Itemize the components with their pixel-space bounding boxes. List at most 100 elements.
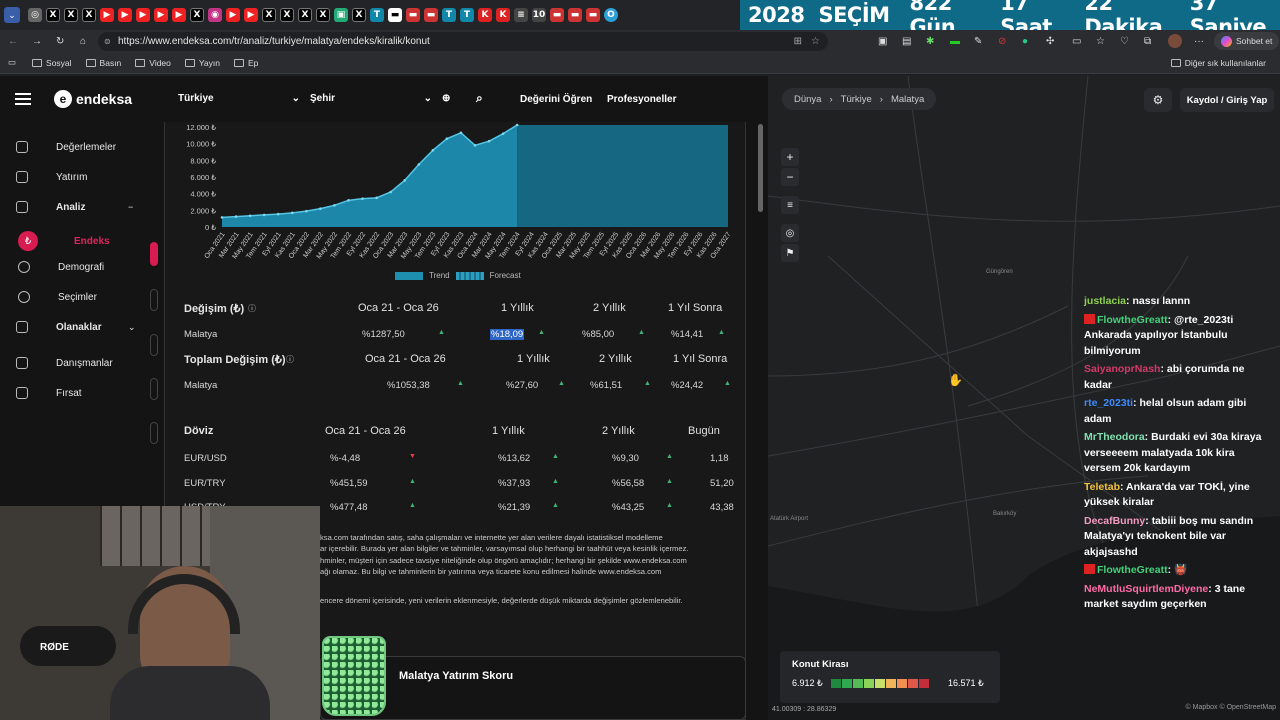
bookmark-folder[interactable]: Yayın bbox=[184, 58, 220, 68]
flag-icon[interactable]: ⚑ bbox=[781, 244, 799, 262]
nav-professionals[interactable]: Profesyoneller bbox=[607, 94, 676, 105]
sidebar-item-değerlemeler[interactable]: Değerlemeler bbox=[16, 141, 116, 153]
youtube-icon[interactable]: ▶ bbox=[100, 8, 114, 22]
page-scrollbar[interactable] bbox=[758, 124, 763, 212]
extension-icon[interactable]: ⊘ bbox=[998, 36, 1006, 47]
sidebar-item-danışmanlar[interactable]: Danışmanlar bbox=[16, 357, 113, 369]
extension-icon[interactable]: ▣ bbox=[878, 36, 887, 47]
login-button[interactable]: Kaydol / Giriş Yap bbox=[1180, 88, 1274, 112]
tab-search-button[interactable]: ⌄ bbox=[4, 7, 20, 23]
info-icon[interactable]: ⓘ bbox=[286, 354, 294, 365]
youtube-icon[interactable]: ▶ bbox=[118, 8, 132, 22]
trend-down-icon: ▼ bbox=[409, 453, 416, 460]
filter-settings-icon[interactable]: ⚙ bbox=[1144, 88, 1172, 112]
youtube-icon[interactable]: ▶ bbox=[172, 8, 186, 22]
translate-icon[interactable]: ⊞ bbox=[794, 36, 802, 47]
news-icon[interactable]: K bbox=[496, 8, 510, 22]
location-target-icon[interactable]: ⊕ bbox=[442, 93, 450, 104]
sidebar-item-demografi[interactable]: Demografi bbox=[18, 261, 104, 273]
instagram-icon[interactable]: ◉ bbox=[208, 8, 222, 22]
tab-favicon-icon[interactable]: ◎ bbox=[28, 8, 42, 22]
split-view-icon[interactable]: ▭ bbox=[1072, 36, 1081, 47]
forward-icon[interactable]: → bbox=[32, 36, 42, 47]
news-icon[interactable]: ▬ bbox=[388, 8, 402, 22]
favorites-icon[interactable]: ☆ bbox=[1096, 36, 1105, 47]
url-field[interactable]: ⊜ https://www.endeksa.com/tr/analiz/turk… bbox=[98, 32, 828, 51]
bookmark-star-icon[interactable]: ☆ bbox=[811, 36, 820, 47]
health-icon[interactable]: ♡ bbox=[1120, 36, 1129, 47]
bookmark-folder[interactable]: Ep bbox=[234, 58, 258, 68]
news-icon[interactable]: ▬ bbox=[406, 8, 420, 22]
news-icon[interactable]: ▬ bbox=[568, 8, 582, 22]
youtube-icon[interactable]: ▶ bbox=[244, 8, 258, 22]
extension-icon[interactable]: ● bbox=[1022, 36, 1028, 47]
news-icon[interactable]: ▣ bbox=[334, 8, 348, 22]
x-icon[interactable]: X bbox=[262, 8, 276, 22]
youtube-icon[interactable]: ▶ bbox=[136, 8, 150, 22]
youtube-icon[interactable]: ▶ bbox=[154, 8, 168, 22]
news-icon[interactable]: ≡ bbox=[514, 8, 528, 22]
news-icon[interactable]: T bbox=[442, 8, 456, 22]
legend-max-value: 16.571 ₺ bbox=[948, 678, 984, 688]
x-icon[interactable]: X bbox=[352, 8, 366, 22]
sidebar-item-olanaklar[interactable]: Olanaklar ⌄ bbox=[16, 321, 136, 333]
breadcrumb-item[interactable]: Dünya bbox=[794, 94, 821, 105]
breadcrumb-item[interactable]: Türkiye bbox=[841, 94, 872, 105]
x-icon[interactable]: X bbox=[82, 8, 96, 22]
extensions-puzzle-icon[interactable]: ✣ bbox=[1046, 36, 1054, 47]
mic-brand-text: RØDE bbox=[40, 642, 69, 653]
collections-icon[interactable]: ⧉ bbox=[1144, 36, 1151, 47]
youtube-icon[interactable]: ▶ bbox=[226, 8, 240, 22]
chat-username: DecafBunny bbox=[1084, 514, 1146, 527]
news-icon[interactable]: 10 bbox=[532, 8, 546, 22]
news-icon[interactable]: T bbox=[370, 8, 384, 22]
extension-icon[interactable]: ✱ bbox=[926, 36, 934, 47]
cell-value: %477,48 bbox=[330, 502, 368, 513]
home-icon[interactable]: ⌂ bbox=[80, 36, 86, 47]
breadcrumb-item[interactable]: Malatya bbox=[891, 94, 924, 105]
layers-icon[interactable]: ≡ bbox=[781, 196, 799, 214]
profile-avatar[interactable] bbox=[1168, 34, 1182, 48]
zoom-out-icon[interactable]: − bbox=[781, 168, 799, 186]
nav-learn-value[interactable]: Değerini Öğren bbox=[520, 94, 592, 105]
bookmark-folder[interactable]: Video bbox=[135, 58, 171, 68]
bookmark-folder[interactable]: Sosyal bbox=[32, 58, 72, 68]
sidebar-item-seçimler[interactable]: Seçimler bbox=[18, 291, 97, 303]
x-icon[interactable]: X bbox=[190, 8, 204, 22]
back-icon[interactable]: ← bbox=[8, 36, 18, 47]
sidebar-item-fırsat[interactable]: Fırsat bbox=[16, 387, 82, 399]
legend-swatch-trend bbox=[395, 271, 423, 280]
x-icon[interactable]: X bbox=[316, 8, 330, 22]
x-icon[interactable]: X bbox=[64, 8, 78, 22]
city-select[interactable]: Şehir ⌄ bbox=[310, 93, 432, 104]
info-icon[interactable]: ⓘ bbox=[248, 303, 256, 314]
sidebar-item-analiz[interactable]: Analiz − bbox=[16, 201, 133, 213]
extension-icon[interactable]: ✎ bbox=[974, 36, 982, 47]
other-bookmarks-folder[interactable]: Diğer sık kullanılanlar bbox=[1170, 58, 1266, 68]
extension-icon[interactable]: ▬ bbox=[950, 36, 960, 47]
zoom-in-icon[interactable]: + bbox=[781, 148, 799, 166]
x-icon[interactable]: X bbox=[298, 8, 312, 22]
extension-icon[interactable]: ▤ bbox=[902, 36, 911, 47]
reload-icon[interactable]: ↻ bbox=[56, 36, 64, 47]
news-icon[interactable]: ▬ bbox=[586, 8, 600, 22]
copilot-chat-button[interactable]: Sohbet et bbox=[1214, 32, 1280, 50]
active-tab-icon[interactable]: O bbox=[604, 8, 618, 22]
camera-icon[interactable]: ◎ bbox=[781, 224, 799, 242]
site-info-icon[interactable]: ⊜ bbox=[104, 37, 111, 46]
endeksa-logo[interactable]: e endeksa bbox=[54, 90, 132, 108]
news-icon[interactable]: K bbox=[478, 8, 492, 22]
x-icon[interactable]: X bbox=[46, 8, 60, 22]
reading-list-icon[interactable]: ▭ bbox=[8, 57, 16, 68]
search-icon[interactable]: ⌕ bbox=[476, 91, 483, 106]
bookmark-folder[interactable]: Basın bbox=[85, 58, 121, 68]
sidebar-item-yatırım[interactable]: Yatırım bbox=[16, 171, 87, 183]
news-icon[interactable]: T bbox=[460, 8, 474, 22]
country-select[interactable]: Türkiye ⌄ bbox=[178, 93, 300, 104]
news-icon[interactable]: ▬ bbox=[550, 8, 564, 22]
news-icon[interactable]: ▬ bbox=[424, 8, 438, 22]
sidebar-item-endeks[interactable]: ₺ Endeks bbox=[18, 231, 110, 251]
x-icon[interactable]: X bbox=[280, 8, 294, 22]
more-icon[interactable]: ··· bbox=[1194, 36, 1204, 47]
hamburger-menu-icon[interactable] bbox=[15, 93, 31, 105]
